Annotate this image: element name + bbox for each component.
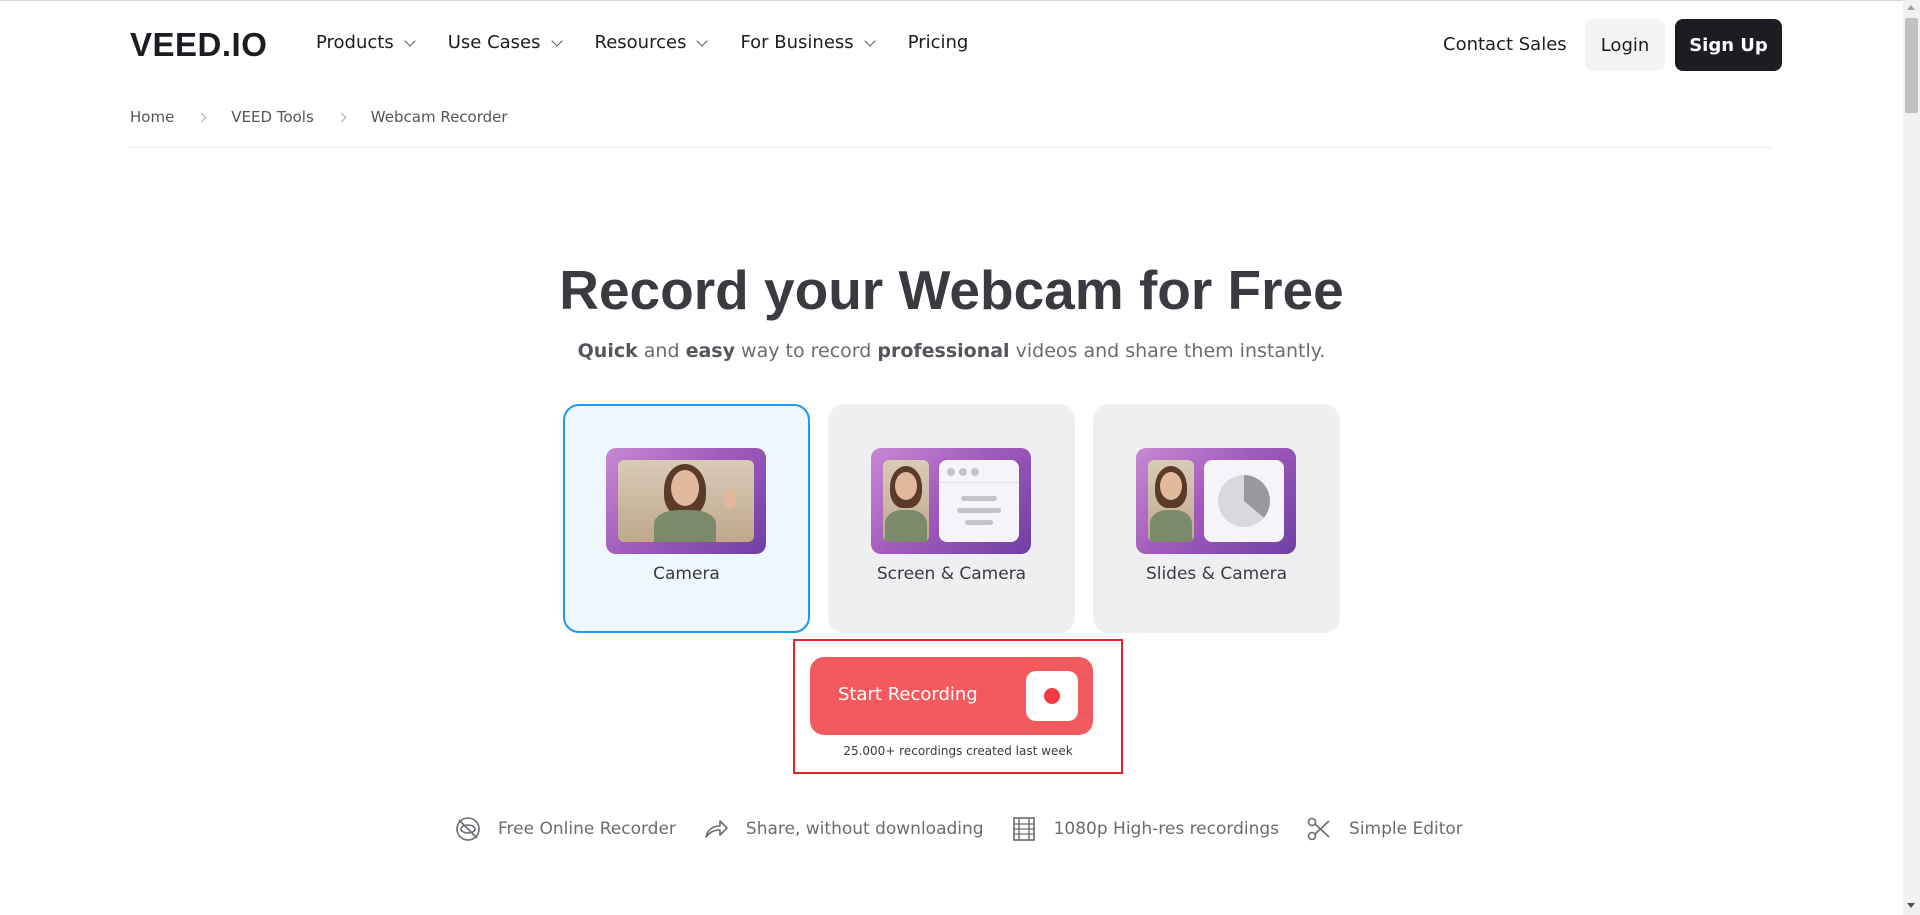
menu-resources-label: Resources bbox=[594, 32, 687, 53]
mode-card-label: Camera bbox=[653, 564, 720, 584]
vertical-scrollbar[interactable] bbox=[1903, 0, 1920, 915]
breadcrumb: Home VEED Tools Webcam Recorder bbox=[130, 108, 508, 126]
feature-label: Share, without downloading bbox=[745, 819, 984, 839]
screen-camera-thumbnail bbox=[871, 448, 1031, 554]
subtitle-easy: easy bbox=[685, 340, 735, 362]
mode-card-label: Screen & Camera bbox=[876, 564, 1027, 584]
webcam-photo bbox=[1148, 460, 1194, 542]
feature-label: Simple Editor bbox=[1349, 819, 1463, 839]
page-title: Record your Webcam for Free bbox=[559, 259, 1344, 321]
menu-for-business-label: For Business bbox=[740, 32, 854, 53]
breadcrumb-veed-tools[interactable]: VEED Tools bbox=[231, 108, 314, 126]
chevron-down-icon bbox=[696, 34, 709, 47]
login-button[interactable]: Login bbox=[1585, 19, 1665, 71]
feature-item: 1080p High-res recordings bbox=[1010, 815, 1279, 843]
share-arrow-icon bbox=[705, 820, 728, 838]
main-menu: Products Use Cases Resources For Busines… bbox=[316, 32, 1002, 53]
menu-pricing-label: Pricing bbox=[907, 32, 969, 53]
chevron-right-icon bbox=[336, 112, 347, 122]
mode-card-camera[interactable]: Camera bbox=[563, 404, 810, 633]
screen-window-icon bbox=[939, 460, 1019, 542]
breadcrumb-current: Webcam Recorder bbox=[370, 108, 508, 126]
feature-label: Free Online Recorder bbox=[498, 819, 676, 839]
contact-sales-link[interactable]: Contact Sales bbox=[1443, 34, 1567, 55]
scroll-down-arrow-icon[interactable] bbox=[1907, 903, 1915, 908]
menu-for-business[interactable]: For Business bbox=[740, 32, 876, 53]
feature-label: 1080p High-res recordings bbox=[1053, 819, 1280, 839]
webcam-photo bbox=[618, 460, 754, 542]
breadcrumb-divider bbox=[130, 147, 1772, 148]
veed-logo[interactable]: VEED.IO bbox=[130, 26, 267, 64]
feature-item: Share, without downloading bbox=[702, 815, 984, 843]
subtitle-quick: Quick bbox=[577, 340, 638, 362]
top-navigation: VEED.IO Products Use Cases Resources For… bbox=[0, 0, 1900, 90]
chevron-down-icon bbox=[550, 34, 563, 47]
start-recording-label: Start Recording bbox=[838, 684, 978, 705]
chevron-down-icon bbox=[864, 34, 876, 47]
feature-list: Free Online Recorder Share, without down… bbox=[454, 815, 1489, 843]
breadcrumb-home[interactable]: Home bbox=[130, 108, 174, 126]
mode-card-label: Slides & Camera bbox=[1145, 564, 1288, 584]
recordings-count-note: 25.000+ recordings created last week bbox=[843, 744, 1073, 758]
film-icon bbox=[1012, 817, 1035, 841]
record-icon bbox=[1026, 671, 1078, 721]
camera-thumbnail bbox=[606, 448, 766, 554]
subtitle-text: videos and share them instantly. bbox=[1009, 340, 1326, 362]
webcam-photo bbox=[883, 460, 929, 542]
scissors-icon bbox=[1307, 817, 1330, 841]
pie-chart-icon bbox=[1218, 475, 1270, 527]
feature-item: Free Online Recorder bbox=[454, 815, 676, 843]
mode-card-slides-camera[interactable]: Slides & Camera bbox=[1093, 404, 1340, 633]
mode-card-screen-camera[interactable]: Screen & Camera bbox=[828, 404, 1075, 633]
menu-products-label: Products bbox=[316, 32, 394, 53]
slides-panel bbox=[1204, 460, 1284, 542]
subtitle-text: and bbox=[637, 340, 686, 362]
chevron-down-icon bbox=[404, 34, 416, 47]
signup-button[interactable]: Sign Up bbox=[1675, 19, 1782, 71]
scrollbar-thumb[interactable] bbox=[1905, 18, 1918, 113]
menu-pricing[interactable]: Pricing bbox=[908, 32, 969, 53]
menu-products[interactable]: Products bbox=[316, 32, 416, 53]
feature-item: Simple Editor bbox=[1305, 815, 1463, 843]
subtitle-professional: professional bbox=[877, 340, 1010, 362]
menu-use-cases-label: Use Cases bbox=[447, 32, 541, 53]
chevron-right-icon bbox=[196, 112, 207, 122]
slides-camera-thumbnail bbox=[1136, 448, 1296, 554]
page-subtitle: Quick and easy way to record professiona… bbox=[0, 340, 1903, 362]
start-recording-button[interactable]: Start Recording bbox=[810, 657, 1093, 735]
eye-off-icon bbox=[456, 817, 480, 841]
menu-resources[interactable]: Resources bbox=[594, 32, 709, 53]
subtitle-text: way to record bbox=[734, 340, 878, 362]
scroll-up-arrow-icon[interactable] bbox=[1907, 5, 1915, 10]
menu-use-cases[interactable]: Use Cases bbox=[447, 32, 563, 53]
